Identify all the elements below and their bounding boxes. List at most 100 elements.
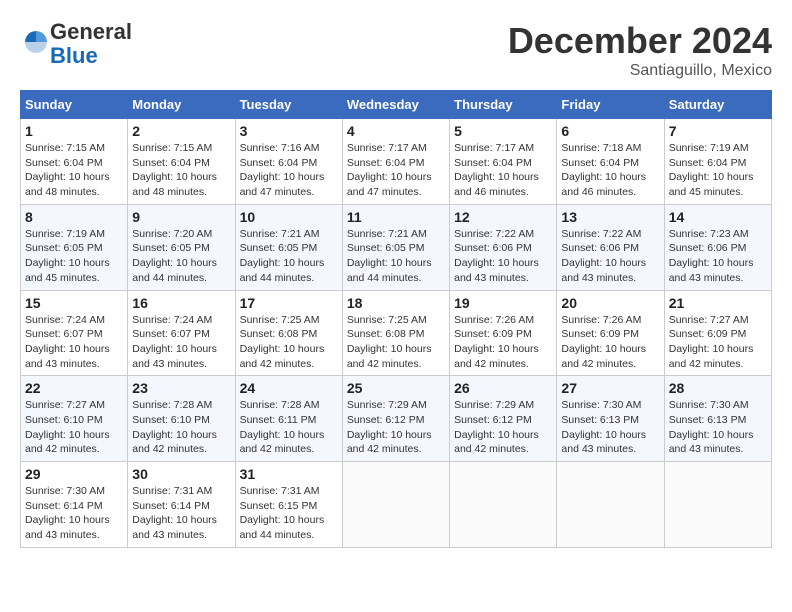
- sunset-text: Sunset: 6:06 PM: [454, 241, 552, 256]
- sunrise-text: Sunrise: 7:31 AM: [240, 484, 338, 499]
- logo: General Blue: [20, 20, 132, 68]
- day-cell-26: 26Sunrise: 7:29 AMSunset: 6:12 PMDayligh…: [450, 376, 557, 462]
- daylight-text: Daylight: 10 hours and 44 minutes.: [240, 513, 338, 542]
- day-number: 2: [132, 123, 230, 139]
- day-cell-27: 27 Sunrise: 7:30 AMSunset: 6:13 PMDayligh…: [557, 376, 664, 462]
- logo-icon: [22, 28, 50, 56]
- day-cell-22: 22Sunrise: 7:27 AMSunset: 6:10 PMDayligh…: [21, 376, 128, 462]
- daylight-text: Daylight: 10 hours and 48 minutes.: [25, 170, 123, 199]
- day-info: Sunrise: 7:30 AMSunset: 6:13 PMDaylight:…: [669, 398, 767, 457]
- daylight-text: Daylight: 10 hours and 43 minutes.: [454, 256, 552, 285]
- sunrise-text: Sunrise: 7:15 AM: [25, 141, 123, 156]
- header-friday: Friday: [557, 91, 664, 119]
- sunrise-text: Sunrise: 7:30 AM: [561, 398, 659, 413]
- daylight-text: Daylight: 10 hours and 45 minutes.: [669, 170, 767, 199]
- day-cell-25: 25Sunrise: 7:29 AMSunset: 6:12 PMDayligh…: [342, 376, 449, 462]
- daylight-text: Daylight: 10 hours and 42 minutes.: [454, 428, 552, 457]
- header-saturday: Saturday: [664, 91, 771, 119]
- daylight-text: Daylight: 10 hours and 44 minutes.: [240, 256, 338, 285]
- sunrise-text: Sunrise: 7:17 AM: [347, 141, 445, 156]
- day-number: 10: [240, 209, 338, 225]
- sunrise-text: Sunrise: 7:29 AM: [347, 398, 445, 413]
- daylight-text: Daylight: 10 hours and 45 minutes.: [25, 256, 123, 285]
- sunrise-text: Sunrise: 7:22 AM: [454, 227, 552, 242]
- day-info: Sunrise: 7:25 AMSunset: 6:08 PMDaylight:…: [240, 313, 338, 372]
- daylight-text: Daylight: 10 hours and 48 minutes.: [132, 170, 230, 199]
- day-number: 24: [240, 380, 338, 396]
- day-cell-11: 11 Sunrise: 7:21 AMSunset: 6:05 PMDayligh…: [342, 204, 449, 290]
- sunrise-text: Sunrise: 7:30 AM: [669, 398, 767, 413]
- day-info: Sunrise: 7:23 AMSunset: 6:06 PMDaylight:…: [669, 227, 767, 286]
- day-info: Sunrise: 7:29 AMSunset: 6:12 PMDaylight:…: [347, 398, 445, 457]
- day-number: 19: [454, 295, 552, 311]
- daylight-text: Daylight: 10 hours and 43 minutes.: [132, 513, 230, 542]
- sunset-text: Sunset: 6:10 PM: [25, 413, 123, 428]
- sunrise-text: Sunrise: 7:26 AM: [561, 313, 659, 328]
- day-info: Sunrise: 7:28 AMSunset: 6:10 PMDaylight:…: [132, 398, 230, 457]
- sunrise-text: Sunrise: 7:30 AM: [25, 484, 123, 499]
- sunset-text: Sunset: 6:04 PM: [132, 156, 230, 171]
- day-info: Sunrise: 7:21 AMSunset: 6:05 PMDaylight:…: [347, 227, 445, 286]
- day-number: 22: [25, 380, 123, 396]
- title-block: December 2024 Santiaguillo, Mexico: [508, 20, 772, 80]
- logo-text: General Blue: [50, 20, 132, 68]
- day-number: 7: [669, 123, 767, 139]
- day-cell-20: 20Sunrise: 7:26 AMSunset: 6:09 PMDayligh…: [557, 290, 664, 376]
- day-cell-24: 24Sunrise: 7:28 AMSunset: 6:11 PMDayligh…: [235, 376, 342, 462]
- day-number: 28: [669, 380, 767, 396]
- sunrise-text: Sunrise: 7:27 AM: [669, 313, 767, 328]
- day-number: 4: [347, 123, 445, 139]
- page-header: General Blue December 2024 Santiaguillo,…: [20, 20, 772, 80]
- sunset-text: Sunset: 6:11 PM: [240, 413, 338, 428]
- daylight-text: Daylight: 10 hours and 42 minutes.: [132, 428, 230, 457]
- day-cell-12: 12Sunrise: 7:22 AMSunset: 6:06 PMDayligh…: [450, 204, 557, 290]
- sunrise-text: Sunrise: 7:17 AM: [454, 141, 552, 156]
- sunset-text: Sunset: 6:06 PM: [669, 241, 767, 256]
- sunset-text: Sunset: 6:09 PM: [561, 327, 659, 342]
- daylight-text: Daylight: 10 hours and 47 minutes.: [347, 170, 445, 199]
- sunrise-text: Sunrise: 7:28 AM: [240, 398, 338, 413]
- header-sunday: Sunday: [21, 91, 128, 119]
- sunset-text: Sunset: 6:14 PM: [132, 499, 230, 514]
- sunset-text: Sunset: 6:13 PM: [669, 413, 767, 428]
- day-info: Sunrise: 7:26 AMSunset: 6:09 PMDaylight:…: [561, 313, 659, 372]
- day-number: 27: [561, 380, 659, 396]
- sunset-text: Sunset: 6:09 PM: [669, 327, 767, 342]
- day-info: Sunrise: 7:27 AMSunset: 6:09 PMDaylight:…: [669, 313, 767, 372]
- day-number: 13: [561, 209, 659, 225]
- sunrise-text: Sunrise: 7:31 AM: [132, 484, 230, 499]
- day-info: Sunrise: 7:16 AMSunset: 6:04 PMDaylight:…: [240, 141, 338, 200]
- day-number: 17: [240, 295, 338, 311]
- sunset-text: Sunset: 6:07 PM: [132, 327, 230, 342]
- sunset-text: Sunset: 6:05 PM: [25, 241, 123, 256]
- daylight-text: Daylight: 10 hours and 43 minutes.: [561, 428, 659, 457]
- sunrise-text: Sunrise: 7:25 AM: [240, 313, 338, 328]
- sunrise-text: Sunrise: 7:23 AM: [669, 227, 767, 242]
- daylight-text: Daylight: 10 hours and 43 minutes.: [25, 513, 123, 542]
- daylight-text: Daylight: 10 hours and 42 minutes.: [347, 428, 445, 457]
- sunrise-text: Sunrise: 7:18 AM: [561, 141, 659, 156]
- day-number: 9: [132, 209, 230, 225]
- day-cell-15: 15Sunrise: 7:24 AMSunset: 6:07 PMDayligh…: [21, 290, 128, 376]
- day-cell-31: 31 Sunrise: 7:31 AMSunset: 6:15 PMDayligh…: [235, 462, 342, 548]
- sunset-text: Sunset: 6:15 PM: [240, 499, 338, 514]
- daylight-text: Daylight: 10 hours and 42 minutes.: [561, 342, 659, 371]
- daylight-text: Daylight: 10 hours and 44 minutes.: [347, 256, 445, 285]
- sunset-text: Sunset: 6:10 PM: [132, 413, 230, 428]
- day-cell-7: 7Sunrise: 7:19 AMSunset: 6:04 PMDaylight…: [664, 119, 771, 205]
- day-info: Sunrise: 7:15 AMSunset: 6:04 PMDaylight:…: [132, 141, 230, 200]
- sunset-text: Sunset: 6:13 PM: [561, 413, 659, 428]
- sunset-text: Sunset: 6:04 PM: [347, 156, 445, 171]
- day-info: Sunrise: 7:26 AMSunset: 6:09 PMDaylight:…: [454, 313, 552, 372]
- header-tuesday: Tuesday: [235, 91, 342, 119]
- day-info: Sunrise: 7:24 AMSunset: 6:07 PMDaylight:…: [132, 313, 230, 372]
- day-number: 11: [347, 209, 445, 225]
- day-number: 5: [454, 123, 552, 139]
- sunrise-text: Sunrise: 7:19 AM: [25, 227, 123, 242]
- day-cell-4: 4 Sunrise: 7:17 AMSunset: 6:04 PMDaylight…: [342, 119, 449, 205]
- day-cell-18: 18Sunrise: 7:25 AMSunset: 6:08 PMDayligh…: [342, 290, 449, 376]
- sunset-text: Sunset: 6:14 PM: [25, 499, 123, 514]
- daylight-text: Daylight: 10 hours and 43 minutes.: [25, 342, 123, 371]
- day-number: 31: [240, 466, 338, 482]
- empty-cell: [557, 462, 664, 548]
